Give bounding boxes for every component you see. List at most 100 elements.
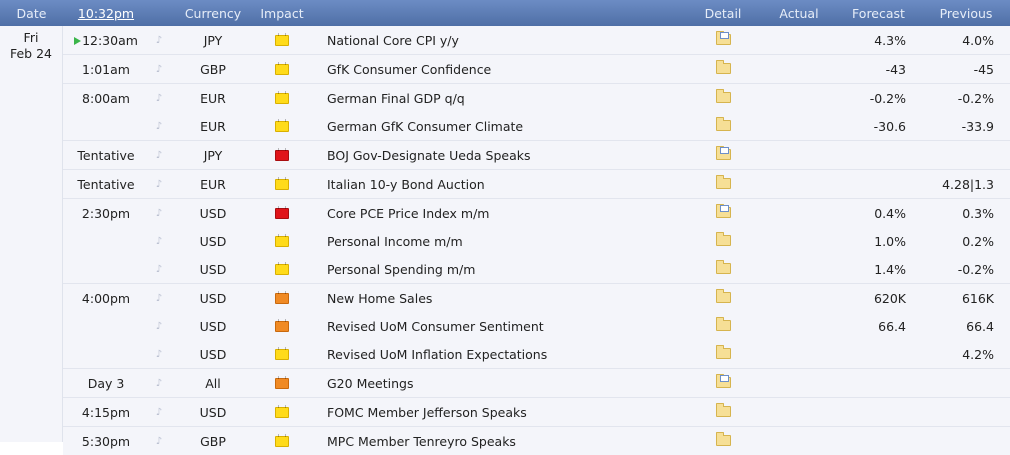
event-row[interactable]: ♪ USD Revised UoM Inflation Expectations 4.… bbox=[63, 340, 1010, 368]
event-row[interactable]: 12:30am ♪ JPY National Core CPI y/y 4.3% 4.0% bbox=[63, 26, 1010, 54]
event-row[interactable]: Day 3 ♪ All G20 Meetings bbox=[63, 368, 1010, 397]
impact-cell[interactable] bbox=[257, 147, 307, 161]
sound-alert-icon[interactable]: ♪ bbox=[149, 264, 169, 275]
impact-cell[interactable] bbox=[257, 290, 307, 304]
detail-folder-icon[interactable] bbox=[715, 117, 731, 131]
detail-cell[interactable] bbox=[683, 31, 763, 48]
sound-alert-icon[interactable]: ♪ bbox=[149, 179, 169, 190]
sound-alert-icon[interactable]: ♪ bbox=[149, 93, 169, 104]
detail-folder-doc-icon[interactable] bbox=[715, 204, 731, 218]
event-title[interactable]: National Core CPI y/y bbox=[307, 33, 683, 48]
event-title[interactable]: Personal Spending m/m bbox=[307, 262, 683, 277]
detail-cell[interactable] bbox=[683, 89, 763, 106]
sound-alert-icon[interactable]: ♪ bbox=[149, 378, 169, 389]
detail-cell[interactable] bbox=[683, 117, 763, 134]
sound-alert-icon[interactable]: ♪ bbox=[149, 321, 169, 332]
impact-cell[interactable] bbox=[257, 176, 307, 190]
detail-folder-icon[interactable] bbox=[715, 89, 731, 103]
event-title[interactable]: Revised UoM Consumer Sentiment bbox=[307, 319, 683, 334]
impact-cell[interactable] bbox=[257, 318, 307, 332]
impact-high-icon[interactable] bbox=[275, 147, 289, 161]
detail-cell[interactable] bbox=[683, 374, 763, 391]
detail-folder-doc-icon[interactable] bbox=[715, 146, 731, 160]
detail-cell[interactable] bbox=[683, 403, 763, 420]
impact-cell[interactable] bbox=[257, 118, 307, 132]
event-row[interactable]: 4:15pm ♪ USD FOMC Member Jefferson Speaks bbox=[63, 397, 1010, 426]
event-row[interactable]: 1:01am ♪ GBP GfK Consumer Confidence -43 -45 bbox=[63, 54, 1010, 83]
event-title[interactable]: FOMC Member Jefferson Speaks bbox=[307, 405, 683, 420]
impact-low-icon[interactable] bbox=[275, 261, 289, 275]
event-title[interactable]: German GfK Consumer Climate bbox=[307, 119, 683, 134]
detail-folder-icon[interactable] bbox=[715, 289, 731, 303]
event-title[interactable]: German Final GDP q/q bbox=[307, 91, 683, 106]
event-title[interactable]: Core PCE Price Index m/m bbox=[307, 206, 683, 221]
impact-cell[interactable] bbox=[257, 346, 307, 360]
detail-cell[interactable] bbox=[683, 60, 763, 77]
sound-alert-icon[interactable]: ♪ bbox=[149, 293, 169, 304]
sound-alert-icon[interactable]: ♪ bbox=[149, 35, 169, 46]
event-title[interactable]: BOJ Gov-Designate Ueda Speaks bbox=[307, 148, 683, 163]
detail-folder-icon[interactable] bbox=[715, 60, 731, 74]
event-row[interactable]: Tentative ♪ JPY BOJ Gov-Designate Ueda Spea… bbox=[63, 140, 1010, 169]
event-title[interactable]: Revised UoM Inflation Expectations bbox=[307, 347, 683, 362]
impact-cell[interactable] bbox=[257, 90, 307, 104]
sound-alert-icon[interactable]: ♪ bbox=[149, 121, 169, 132]
sound-alert-icon[interactable]: ♪ bbox=[149, 150, 169, 161]
event-row[interactable]: ♪ EUR German GfK Consumer Climate -30.6 -33.… bbox=[63, 112, 1010, 140]
event-row[interactable]: Tentative ♪ EUR Italian 10-y Bond Auction 4.… bbox=[63, 169, 1010, 198]
impact-low-icon[interactable] bbox=[275, 118, 289, 132]
impact-low-icon[interactable] bbox=[275, 404, 289, 418]
event-title[interactable]: Personal Income m/m bbox=[307, 234, 683, 249]
detail-cell[interactable] bbox=[683, 175, 763, 192]
impact-low-icon[interactable] bbox=[275, 433, 289, 447]
event-title[interactable]: G20 Meetings bbox=[307, 376, 683, 391]
sound-alert-icon[interactable]: ♪ bbox=[149, 349, 169, 360]
detail-cell[interactable] bbox=[683, 345, 763, 362]
detail-cell[interactable] bbox=[683, 289, 763, 306]
event-row[interactable]: ♪ USD Personal Spending m/m 1.4% -0.2% bbox=[63, 255, 1010, 283]
impact-low-icon[interactable] bbox=[275, 61, 289, 75]
sound-alert-icon[interactable]: ♪ bbox=[149, 208, 169, 219]
detail-cell[interactable] bbox=[683, 260, 763, 277]
event-row[interactable]: ♪ USD Personal Income m/m 1.0% 0.2% bbox=[63, 227, 1010, 255]
impact-cell[interactable] bbox=[257, 261, 307, 275]
event-row[interactable]: 2:30pm ♪ USD Core PCE Price Index m/m 0.4% 0.… bbox=[63, 198, 1010, 227]
detail-cell[interactable] bbox=[683, 317, 763, 334]
detail-folder-icon[interactable] bbox=[715, 260, 731, 274]
detail-cell[interactable] bbox=[683, 232, 763, 249]
impact-low-icon[interactable] bbox=[275, 90, 289, 104]
detail-folder-icon[interactable] bbox=[715, 345, 731, 359]
current-time-link[interactable]: 10:32pm bbox=[78, 6, 134, 21]
event-title[interactable]: Italian 10-y Bond Auction bbox=[307, 177, 683, 192]
impact-low-icon[interactable] bbox=[275, 346, 289, 360]
detail-folder-icon[interactable] bbox=[715, 232, 731, 246]
impact-cell[interactable] bbox=[257, 205, 307, 219]
detail-cell[interactable] bbox=[683, 146, 763, 163]
event-row[interactable]: 8:00am ♪ EUR German Final GDP q/q -0.2% -0.2% bbox=[63, 83, 1010, 112]
impact-medium-icon[interactable] bbox=[275, 290, 289, 304]
event-title[interactable]: New Home Sales bbox=[307, 291, 683, 306]
detail-folder-icon[interactable] bbox=[715, 175, 731, 189]
impact-cell[interactable] bbox=[257, 375, 307, 389]
impact-low-icon[interactable] bbox=[275, 233, 289, 247]
detail-cell[interactable] bbox=[683, 204, 763, 221]
event-row[interactable]: 4:00pm ♪ USD New Home Sales 620K 616K bbox=[63, 283, 1010, 312]
detail-folder-icon[interactable] bbox=[715, 317, 731, 331]
event-row[interactable]: 5:30pm ♪ GBP MPC Member Tenreyro Speaks bbox=[63, 426, 1010, 455]
detail-folder-doc-icon[interactable] bbox=[715, 374, 731, 388]
impact-medium-icon[interactable] bbox=[275, 375, 289, 389]
sound-alert-icon[interactable]: ♪ bbox=[149, 64, 169, 75]
impact-cell[interactable] bbox=[257, 32, 307, 46]
event-row[interactable]: ♪ USD Revised UoM Consumer Sentiment 66.4 66… bbox=[63, 312, 1010, 340]
impact-high-icon[interactable] bbox=[275, 205, 289, 219]
impact-cell[interactable] bbox=[257, 433, 307, 447]
event-title[interactable]: MPC Member Tenreyro Speaks bbox=[307, 434, 683, 449]
header-clock[interactable]: 10:32pm bbox=[63, 6, 149, 21]
sound-alert-icon[interactable]: ♪ bbox=[149, 436, 169, 447]
detail-folder-icon[interactable] bbox=[715, 403, 731, 417]
sound-alert-icon[interactable]: ♪ bbox=[149, 236, 169, 247]
detail-folder-doc-icon[interactable] bbox=[715, 31, 731, 45]
event-title[interactable]: GfK Consumer Confidence bbox=[307, 62, 683, 77]
impact-cell[interactable] bbox=[257, 404, 307, 418]
impact-cell[interactable] bbox=[257, 233, 307, 247]
